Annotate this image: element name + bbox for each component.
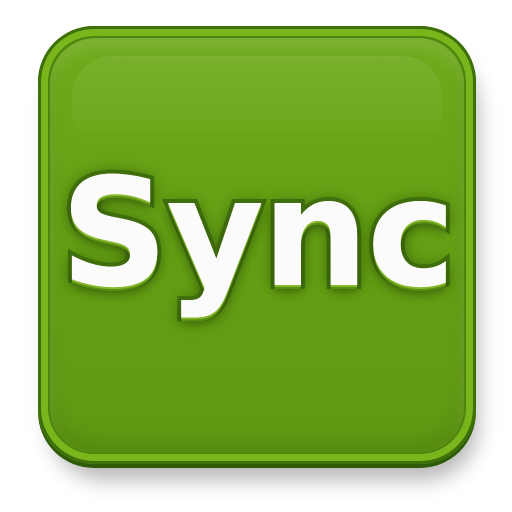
sync-label: Sync: [56, 147, 460, 321]
app-icon-canvas: Sync: [0, 0, 512, 512]
icon-label-wrap: Sync: [38, 134, 476, 334]
